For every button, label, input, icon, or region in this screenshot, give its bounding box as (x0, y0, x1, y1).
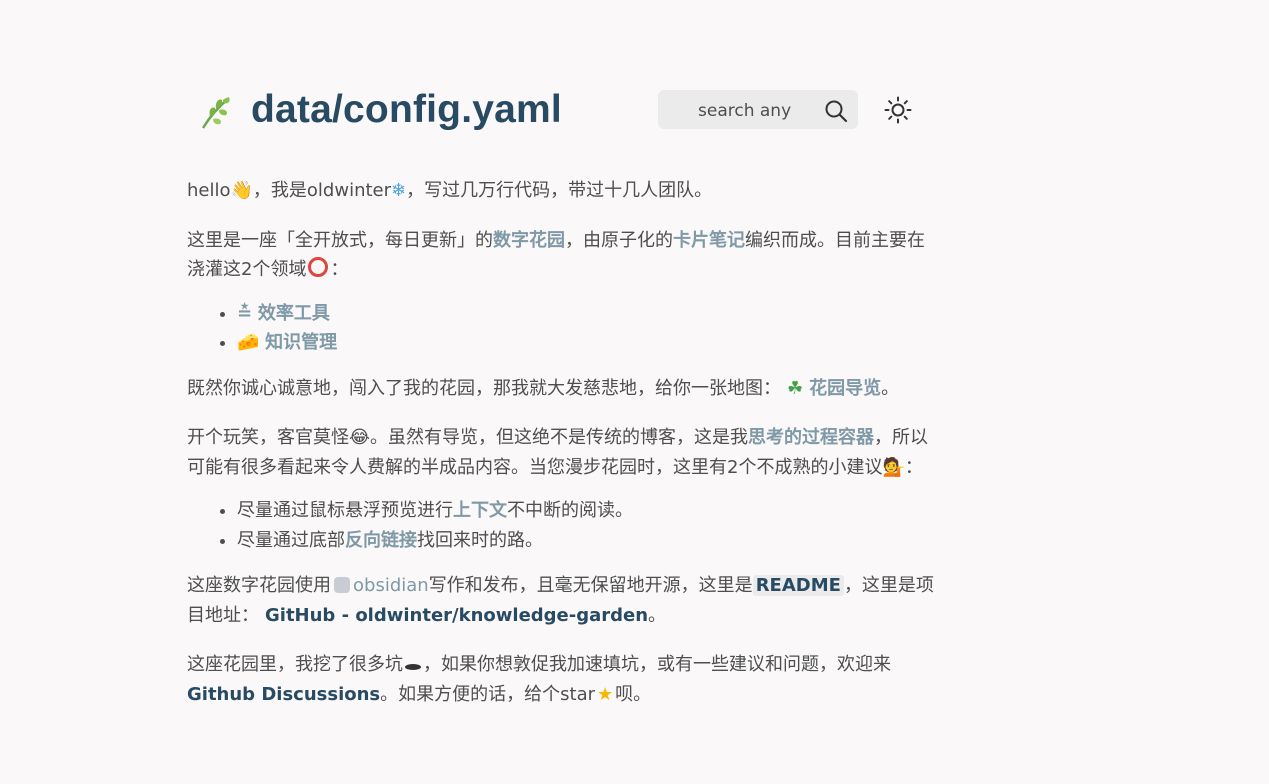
context-link[interactable]: 上下文 (453, 500, 507, 521)
text: 尽量通过底部 (237, 529, 345, 551)
text: 写作和发布，且毫无保留地开源，这里是 (428, 575, 753, 596)
text: 不中断的阅读。 (507, 500, 633, 521)
backlinks-link[interactable]: 反向链接 (345, 530, 417, 551)
text: 开个玩笑，客官莫怪 (187, 427, 349, 448)
text: 。 (648, 604, 667, 626)
garden-intro-paragraph: 这里是一座「全开放式，每日更新」的数字花园，由原子化的卡片笔记编织而成。目前主要… (187, 226, 937, 285)
list-item: 尽量通过鼠标悬浮预览进行上下文不中断的阅读。 (237, 496, 937, 526)
digital-garden-link[interactable]: 数字花园 (493, 230, 565, 251)
leaf-logo-icon[interactable] (195, 92, 235, 132)
red-circle-icon (308, 257, 329, 277)
text: 这座花园里，我挖了很多坑 (187, 654, 403, 675)
laughing-face-icon: 😂 (349, 427, 371, 448)
text: 既然你诚心诚意地，闯入了我的花园，那我就大发慈悲地，给你一张地图： (187, 377, 781, 399)
text: ，写过几万行代码，带过十几人团队。 (406, 180, 713, 201)
list-item: ≛ 效率工具 (237, 299, 937, 329)
text: hello (187, 180, 231, 201)
text: 找回来时的路。 (417, 529, 543, 551)
person-tipping-hand-icon: 💁 (882, 456, 905, 478)
waving-hand-icon: 👋 (230, 180, 253, 201)
map-paragraph: 既然你诚心诚意地，闯入了我的花园，那我就大发慈悲地，给你一张地图： ☘ 花园导览。 (187, 374, 937, 404)
star-icon: ★ (597, 683, 614, 705)
hole-icon (405, 664, 421, 670)
list-item: 尽量通过底部反向链接找回来时的路。 (237, 526, 937, 556)
text: 。 (881, 377, 900, 399)
list-item: 🧀 知识管理 (237, 328, 937, 358)
obsidian-link[interactable]: obsidian (353, 575, 429, 596)
article-body: hello👋，我是oldwinter❄，写过几万行代码，带过十几人团队。 这里是… (187, 176, 937, 729)
domain-list: ≛ 效率工具 🧀 知识管理 (187, 299, 937, 358)
text: 。如果方便的话，给个star (380, 683, 596, 705)
thinking-container-link[interactable]: 思考的过程容器 (748, 427, 874, 448)
tips-list: 尽量通过鼠标悬浮预览进行上下文不中断的阅读。 尽量通过底部反向链接找回来时的路。 (187, 496, 937, 555)
snowflake-icon: ❄ (391, 180, 407, 201)
intro-paragraph: hello👋，我是oldwinter❄，写过几万行代码，带过十几人团队。 (187, 176, 937, 206)
readme-code: README (752, 575, 844, 596)
text: ，我是oldwinter (252, 180, 392, 201)
sun-icon[interactable] (884, 96, 912, 124)
text: ，由原子化的 (565, 229, 673, 251)
feedback-paragraph: 这座花园里，我挖了很多坑 ，如果你想敦促我加速填坑，或有一些建议和问题，欢迎来 G… (187, 650, 937, 709)
efficiency-tools-link[interactable]: 效率工具 (258, 303, 330, 324)
text: 呗。 (615, 683, 652, 705)
knowledge-management-link[interactable]: 知识管理 (265, 332, 337, 353)
text: ： (330, 259, 349, 280)
clover-icon: ☘ (787, 377, 804, 399)
github-discussions-link[interactable]: Github Discussions (187, 684, 380, 705)
search-button[interactable]: search any (658, 90, 858, 129)
cheese-icon: 🧀 (237, 332, 260, 353)
text: 这里是一座「全开放式，每日更新」的 (187, 229, 493, 251)
open-source-paragraph: 这座数字花园使用 obsidian写作和发布，且毫无保留地开源，这里是 README… (187, 571, 937, 630)
github-repo-link[interactable]: GitHub - oldwinter/knowledge-garden (265, 605, 648, 626)
joke-paragraph: 开个玩笑，客官莫怪😂。虽然有导览，但这绝不是传统的博客，这是我思考的过程容器，所… (187, 423, 937, 482)
site-header: data/config.yaml search any (187, 86, 917, 138)
efficiency-icon: ≛ (237, 302, 253, 324)
page-title[interactable]: data/config.yaml (251, 88, 562, 132)
text: 尽量通过鼠标悬浮预览进行 (237, 500, 453, 521)
card-notes-link[interactable]: 卡片笔记 (673, 230, 745, 251)
text: ，如果你想敦促我加速填坑，或有一些建议和问题，欢迎来 (423, 654, 891, 675)
text: ： (904, 456, 923, 478)
garden-guide-link[interactable]: 花园导览 (809, 378, 881, 399)
robot-icon (334, 577, 350, 593)
search-icon (825, 100, 848, 123)
text: 。虽然有导览，但这绝不是传统的博客，这是我 (370, 427, 749, 448)
search-placeholder: search any (698, 101, 792, 121)
text: 这座数字花园使用 (187, 575, 331, 596)
